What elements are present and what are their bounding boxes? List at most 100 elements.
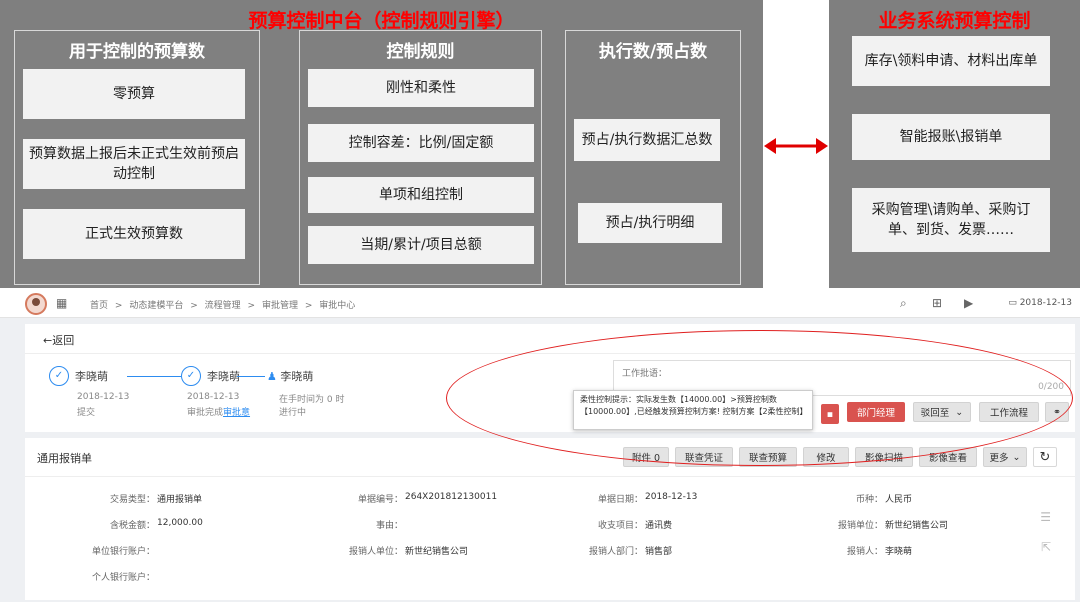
- image-view-button[interactable]: 影像查看: [919, 447, 977, 467]
- form-divider: [25, 476, 1075, 477]
- field-label: 报销人部门：: [588, 547, 643, 557]
- field-value: 12,000.00: [157, 518, 203, 528]
- refresh-icon[interactable]: ↻: [1033, 447, 1057, 467]
- chevron-down-icon: ⌄: [955, 406, 964, 418]
- flow-node-name-text: 李晓萌: [280, 370, 314, 383]
- execution-numbers-title: 执行数/预占数: [598, 42, 708, 62]
- breadcrumb-sep: >: [304, 301, 313, 311]
- tolerance-box: 控制容差：比例/固定额: [308, 124, 534, 162]
- breadcrumb-sep: >: [114, 301, 123, 311]
- breadcrumb: 首页 > 动态建模平台 > 流程管理 > 审批管理 > 审批中心: [90, 298, 359, 311]
- execution-summary-box: 预占/执行数据汇总数: [574, 119, 720, 161]
- field-label: 单据编号：: [357, 495, 403, 505]
- field-label: 报销人单位：: [348, 547, 403, 557]
- breadcrumb-approval-center[interactable]: 审批中心: [319, 301, 355, 311]
- flow-node-status: 提交: [77, 408, 96, 418]
- field-label: 含税金额：: [109, 521, 155, 531]
- execution-detail-box: 预占/执行明细: [578, 203, 722, 243]
- more-label: 更多: [989, 453, 1009, 464]
- avatar[interactable]: [25, 293, 47, 315]
- comment-count: 0/200: [1038, 382, 1064, 392]
- field-label: 收支项目：: [597, 521, 643, 531]
- inventory-box: 库存\领料申请、材料出库单: [852, 36, 1050, 86]
- execution-numbers-column: 执行数/预占数 预占/执行数据汇总数 预占/执行明细: [565, 30, 741, 285]
- field-label: 报销人：: [846, 547, 883, 557]
- breadcrumb-process[interactable]: 流程管理: [205, 301, 241, 311]
- flow-node-name: 李晓萌: [207, 370, 240, 383]
- calendar-icon: ▭: [1008, 298, 1020, 308]
- grid-icon[interactable]: ⊞: [932, 296, 942, 310]
- field-value: 通用报销单: [157, 495, 203, 505]
- control-rules-column: 控制规则 刚性和柔性 控制容差：比例/固定额 单项和组控制 当期/累计/项目总额: [299, 30, 542, 285]
- budget-control-center-panel: 预算控制中台（控制规则引擎） 用于控制的预算数 零预算 预算数据上报后未正式生效…: [0, 0, 763, 288]
- play-icon[interactable]: ▶: [964, 296, 973, 310]
- budget-diagram: 预算控制中台（控制规则引擎） 用于控制的预算数 零预算 预算数据上报后未正式生效…: [0, 0, 1080, 290]
- field-label: 报销单位：: [837, 521, 883, 531]
- flow-node-date: 2018-12-13: [77, 392, 130, 402]
- check-icon: ✓: [49, 366, 69, 386]
- right-panel-title: 业务系统预算控制: [878, 10, 1031, 32]
- query-budget-button[interactable]: 联查预算: [739, 447, 797, 467]
- field-value: 李晓萌: [885, 547, 913, 557]
- budget-numbers-column: 用于控制的预算数 零预算 预算数据上报后未正式生效前预启动控制 正式生效预算数: [14, 30, 260, 285]
- link-icon[interactable]: ⚭: [1045, 402, 1069, 422]
- breadcrumb-modeling[interactable]: 动态建模平台: [129, 301, 183, 311]
- share-icon[interactable]: ⇱: [1041, 540, 1051, 554]
- building-icon[interactable]: ▦: [56, 296, 67, 310]
- query-voucher-button[interactable]: 联查凭证: [675, 447, 733, 467]
- form-title: 通用报销单: [37, 452, 92, 465]
- top-bar: ▦ 首页 > 动态建模平台 > 流程管理 > 审批管理 > 审批中心 ⌕ ⊞ ▶…: [0, 290, 1080, 318]
- reject-to-button[interactable]: 驳回至 ⌄: [913, 402, 971, 422]
- approval-opinion-link[interactable]: 审批意: [223, 408, 250, 418]
- back-bar: ←返回: [25, 324, 1075, 354]
- flexible-control-tooltip: 柔性控制提示：实际发生数【14000.00】>预算控制数【10000.00】,已…: [573, 390, 813, 430]
- image-scan-button[interactable]: 影像扫描: [855, 447, 913, 467]
- field-label: 币种：: [855, 495, 883, 505]
- control-rules-title: 控制规则: [386, 42, 455, 62]
- rigid-flexible-box: 刚性和柔性: [308, 69, 534, 107]
- breadcrumb-sep: >: [247, 301, 256, 311]
- edit-button[interactable]: 修改: [803, 447, 849, 467]
- workflow-button[interactable]: 工作流程: [979, 402, 1039, 422]
- field-label: 交易类型：: [109, 495, 155, 505]
- field-value: 通讯费: [645, 521, 673, 531]
- user-icon: ♟: [267, 370, 277, 383]
- status-prefix: 审批完成: [187, 408, 224, 418]
- alert-icon: ▪: [826, 408, 834, 420]
- check-icon: ✓: [181, 366, 201, 386]
- list-icon[interactable]: ☰: [1040, 510, 1051, 524]
- flow-node-name: ♟ 李晓萌: [267, 368, 313, 384]
- calendar-date[interactable]: ▭ 2018-12-13: [1008, 298, 1072, 308]
- reject-label: 驳回至: [920, 408, 950, 419]
- alert-button[interactable]: ▪: [821, 404, 839, 424]
- period-total-box: 当期/累计/项目总额: [308, 226, 534, 264]
- back-button[interactable]: ←返回: [43, 332, 74, 348]
- more-button[interactable]: 更多 ⌄: [983, 447, 1027, 467]
- business-system-panel: 业务系统预算控制 库存\领料申请、材料出库单 智能报账\报销单 采购管理\请购单…: [829, 0, 1080, 288]
- pre-launch-control-box: 预算数据上报后未正式生效前预启动控制: [23, 139, 245, 189]
- effective-budget-box: 正式生效预算数: [23, 209, 245, 259]
- zero-budget-box: 零预算: [23, 69, 245, 119]
- reimbursement-form: 通用报销单 附件 0 联查凭证 联查预算 修改 影像扫描 影像查看 更多 ⌄ ↻ …: [25, 438, 1075, 600]
- flow-node-date: 在手时间为 0 时: [279, 395, 345, 405]
- budget-numbers-title: 用于控制的预算数: [69, 42, 205, 62]
- breadcrumb-approval-mgmt[interactable]: 审批管理: [262, 301, 298, 311]
- dept-manager-button[interactable]: 部门经理: [847, 402, 905, 422]
- double-arrow-icon: [764, 138, 828, 154]
- field-value: 264X201812130011: [405, 492, 498, 502]
- tooltip-text: 柔性控制提示：实际发生数【14000.00】>预算控制数【10000.00】,已…: [580, 395, 808, 416]
- attachment-button[interactable]: 附件 0: [623, 447, 669, 467]
- field-value: 新世纪销售公司: [405, 547, 469, 557]
- field-label: 单据日期：: [597, 495, 643, 505]
- comment-label: 工作批语：: [622, 369, 668, 379]
- field-label: 事由：: [375, 521, 403, 531]
- field-value: 人民币: [885, 495, 913, 505]
- field-value: 新世纪销售公司: [885, 521, 949, 531]
- procurement-box: 采购管理\请购单、采购订单、到货、发票……: [852, 188, 1050, 252]
- field-label: 单位银行账户：: [91, 547, 155, 557]
- date-text: 2018-12-13: [1019, 298, 1072, 308]
- search-icon[interactable]: ⌕: [900, 296, 907, 311]
- breadcrumb-home[interactable]: 首页: [90, 301, 108, 311]
- breadcrumb-sep: >: [190, 301, 198, 311]
- smart-reimbursement-box: 智能报账\报销单: [852, 114, 1050, 160]
